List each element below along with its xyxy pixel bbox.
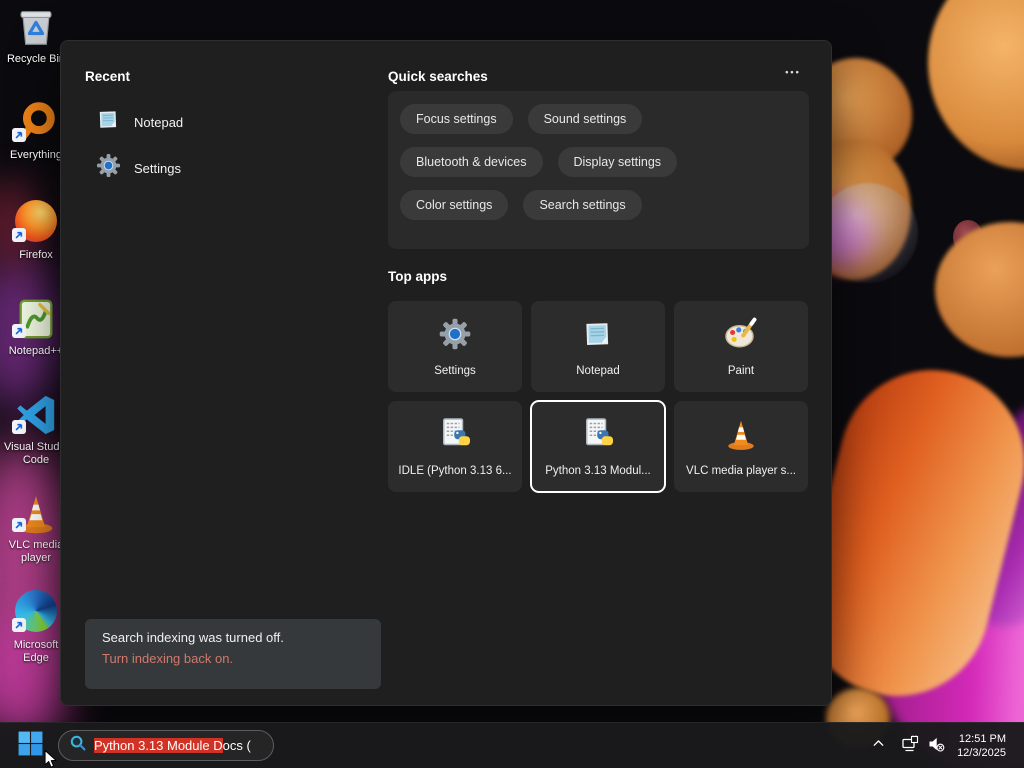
taskbar-search-box[interactable]: Python 3.13 Module Docs ( (58, 730, 274, 761)
windows-logo-icon (18, 731, 43, 761)
top-apps-title: Top apps (388, 269, 447, 284)
quick-searches-title: Quick searches (388, 69, 488, 84)
chevron-up-icon (871, 736, 886, 756)
python-doc-icon (580, 416, 616, 457)
recent-item-notepad[interactable]: Notepad (91, 103, 351, 141)
system-tray: 12:51 PM 12/3/2025 (865, 723, 1024, 768)
top-app-label: Paint (727, 365, 755, 377)
shortcut-arrow-icon (12, 518, 26, 537)
tray-overflow-chevron[interactable] (865, 731, 891, 761)
wallpaper-blob (818, 183, 918, 283)
start-button[interactable] (10, 726, 50, 766)
edge-icon (12, 590, 59, 637)
python-doc-icon (437, 416, 473, 457)
top-app-label: Python 3.13 Modul... (545, 465, 651, 477)
shortcut-arrow-icon (12, 618, 26, 637)
shortcut-arrow-icon (12, 420, 26, 439)
top-apps-grid: Settings Notepad Paint IDLE (Python 3.13… (388, 301, 809, 493)
quick-search-pill[interactable]: Search settings (523, 190, 642, 220)
top-app-tile-paint[interactable]: Paint (674, 301, 808, 392)
top-app-tile-vlc[interactable]: VLC media player s... (674, 401, 808, 492)
clock-date: 12/3/2025 (957, 747, 1006, 759)
shortcut-arrow-icon (12, 128, 26, 147)
top-app-tile-notepad[interactable]: Notepad (531, 301, 665, 392)
taskbar-clock[interactable]: 12:51 PM 12/3/2025 (957, 732, 1006, 760)
quick-search-pill[interactable]: Focus settings (400, 104, 513, 134)
shortcut-arrow-icon (12, 228, 26, 247)
recent-section-title: Recent (85, 69, 131, 84)
firefox-icon (12, 200, 59, 247)
vlc-icon (723, 416, 759, 457)
quick-search-pill[interactable]: Display settings (557, 147, 678, 177)
indexing-notice-message: Search indexing was turned off. (102, 630, 284, 645)
more-options-button[interactable]: ••• (779, 67, 807, 85)
recent-item-settings[interactable]: Settings (91, 149, 351, 187)
screen: Recycle Bin Everything Firefox Notepad++… (0, 0, 1024, 768)
paint-icon (723, 316, 759, 357)
network-tray-button[interactable] (897, 731, 923, 761)
top-app-tile-idle-python[interactable]: IDLE (Python 3.13 6... (388, 401, 522, 492)
turn-indexing-on-link[interactable]: Turn indexing back on. (102, 651, 364, 666)
notepad-icon (95, 106, 122, 138)
search-input-text[interactable]: Python 3.13 Module Docs ( (94, 738, 251, 753)
search-text-selected: Python 3.13 Module D (94, 738, 223, 753)
top-app-label: Notepad (576, 365, 620, 377)
ethernet-network-icon (901, 735, 919, 758)
top-app-label: VLC media player s... (686, 465, 796, 477)
search-text-rest: ocs ( (222, 738, 251, 753)
quick-search-pill[interactable]: Sound settings (527, 104, 643, 134)
search-flyout-panel: Recent Notepad Settings Quick searches •… (60, 40, 832, 706)
quick-searches-card: Focus settings Sound settings Bluetooth … (388, 91, 809, 249)
settings-gear-icon (95, 152, 122, 184)
top-app-label: IDLE (Python 3.13 6... (398, 465, 512, 477)
everything-icon (12, 100, 59, 147)
volume-tray-button[interactable] (923, 731, 949, 761)
search-icon (69, 734, 87, 757)
indexing-notice: Search indexing was turned off. Turn ind… (85, 619, 381, 689)
quick-search-pill[interactable]: Bluetooth & devices (400, 147, 543, 177)
top-app-label: Settings (434, 365, 476, 377)
top-app-tile-python-module-docs[interactable]: Python 3.13 Modul... (530, 400, 666, 493)
recycle-bin-icon (13, 4, 59, 50)
recent-item-label: Settings (134, 160, 181, 176)
shortcut-arrow-icon (12, 324, 26, 343)
notepad-icon (580, 316, 616, 357)
taskbar: Python 3.13 Module Docs (12:51 PM 12/3/… (0, 722, 1024, 768)
quick-search-pill[interactable]: Color settings (400, 190, 509, 220)
vlc-icon (12, 490, 59, 537)
clock-time: 12:51 PM (958, 733, 1006, 745)
settings-gear-icon (437, 316, 473, 357)
top-app-tile-settings[interactable]: Settings (388, 301, 522, 392)
wallpaper-blob (935, 222, 1024, 357)
wallpaper-blob (928, 0, 1024, 170)
notepad-plus-plus-icon (12, 296, 59, 343)
vscode-icon (12, 392, 59, 439)
recent-item-label: Notepad (134, 114, 184, 130)
volume-muted-icon (927, 735, 945, 758)
